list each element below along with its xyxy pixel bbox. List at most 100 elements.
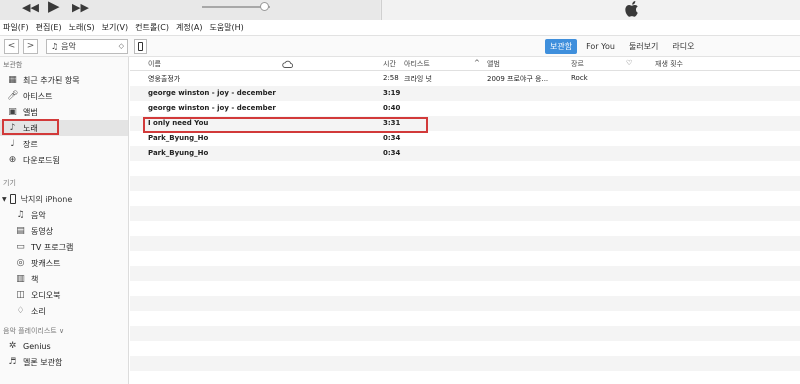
- sidebar-item-label: 앨범: [23, 107, 38, 117]
- sidebar-item-label: 팟캐스트: [31, 258, 61, 268]
- sidebar-item-label: 장르: [23, 139, 38, 149]
- library-section-header: 보관함: [3, 61, 23, 69]
- bell-icon: ♢: [16, 305, 25, 316]
- menu-account[interactable]: 계정(A): [176, 22, 202, 33]
- devices-section-header: 기기: [3, 179, 16, 187]
- iphone-icon: [138, 42, 143, 51]
- column-header-genre[interactable]: 장르: [571, 59, 584, 69]
- table-row-empty: [130, 311, 800, 326]
- song-time: 0:34: [383, 149, 401, 157]
- song-name: george winston - joy - december: [148, 104, 276, 112]
- album-icon: ▣: [8, 106, 17, 117]
- sidebar-item-device-tv[interactable]: ▭ TV 프로그램: [0, 239, 128, 255]
- menu-song[interactable]: 노래(S): [69, 22, 95, 33]
- sidebar-item-artists[interactable]: 🎤︎ 아티스트: [0, 88, 128, 104]
- device-row[interactable]: ▼ 낙지의 iPhone: [0, 191, 128, 207]
- microphone-icon: 🎤︎: [7, 90, 19, 101]
- sidebar-item-downloaded[interactable]: ⊕ 다운로드됨: [0, 152, 128, 168]
- song-artist: 크라잉 넛: [404, 75, 432, 83]
- table-row-empty: [130, 296, 800, 311]
- sidebar-item-device-tones[interactable]: ♢ 소리: [0, 303, 128, 319]
- sidebar-item-label: TV 프로그램: [31, 242, 74, 252]
- sidebar-item-device-podcasts[interactable]: ◎ 팟캐스트: [0, 255, 128, 271]
- column-header-artist[interactable]: 아티스트: [404, 59, 430, 69]
- sidebar-item-label: 다운로드됨: [23, 155, 60, 165]
- table-row[interactable]: george winston - joy - december 3:19: [130, 86, 800, 101]
- genre-icon: ♩: [10, 138, 15, 149]
- device-name: 낙지의 iPhone: [20, 194, 73, 204]
- menu-file[interactable]: 파일(F): [3, 22, 29, 33]
- sidebar-item-genius[interactable]: ✲ Genius: [0, 338, 128, 354]
- tab-bar: 보관함 For You 둘러보기 라디오: [545, 39, 703, 54]
- menu-controls[interactable]: 컨트롤(C): [135, 22, 169, 33]
- table-row-empty: [130, 206, 800, 221]
- tab-browse[interactable]: 둘러보기: [624, 39, 663, 54]
- tab-for-you[interactable]: For You: [581, 39, 620, 54]
- table-row-empty: [130, 236, 800, 251]
- sidebar-item-device-music[interactable]: ♫ 음악: [0, 207, 128, 223]
- column-header-album[interactable]: 앨범: [487, 59, 500, 69]
- play-icon[interactable]: ▶: [48, 0, 60, 14]
- download-icon: ⊕: [8, 154, 17, 165]
- table-row-empty: [130, 161, 800, 176]
- heart-icon[interactable]: ♡: [626, 59, 632, 67]
- film-icon: ▤: [16, 225, 25, 236]
- column-header-plays[interactable]: 재생 횟수: [655, 59, 683, 69]
- tab-radio[interactable]: 라디오: [667, 39, 699, 54]
- sidebar-item-genres[interactable]: ♩ 장르: [0, 136, 128, 152]
- menu-help[interactable]: 도움말(H): [209, 22, 243, 33]
- sidebar-item-label: Genius: [23, 341, 51, 351]
- table-row-empty: [130, 251, 800, 266]
- apple-logo-icon: [625, 1, 638, 17]
- sidebar-item-device-books[interactable]: ▥ 책: [0, 271, 128, 287]
- sidebar-item-melon-library[interactable]: ♬ 멜론 보관함: [0, 354, 128, 370]
- menu-edit[interactable]: 편집(E): [36, 22, 62, 33]
- song-time: 0:40: [383, 104, 401, 112]
- sidebar-item-label: 동영상: [31, 226, 54, 236]
- highlight-box-row: [143, 117, 428, 133]
- sidebar-item-label: 소리: [31, 306, 46, 316]
- song-genre: Rock: [571, 74, 588, 82]
- playlists-section-header[interactable]: 음악 플레이리스트 ∨: [3, 326, 64, 336]
- media-type-label: 음악: [61, 42, 76, 51]
- column-header-name[interactable]: 이름: [148, 59, 161, 69]
- song-time: 3:19: [383, 89, 401, 97]
- table-row[interactable]: Park_Byung_Ho 0:34: [130, 146, 800, 161]
- table-row-empty: [130, 191, 800, 206]
- sidebar-item-albums[interactable]: ▣ 앨범: [0, 104, 128, 120]
- table-row[interactable]: george winston - joy - december 0:40: [130, 101, 800, 116]
- sidebar: 보관함 ▦ 최근 추가된 항목 🎤︎ 아티스트 ▣ 앨범 ♪ 노래 ♩ 장르 ⊕…: [0, 57, 129, 384]
- song-name: 영웅출정가: [148, 75, 181, 83]
- sidebar-item-label: 멜론 보관함: [23, 357, 63, 367]
- song-album: 2009 프로야구 응...: [487, 75, 549, 83]
- menu-view[interactable]: 보기(V): [102, 22, 128, 33]
- recent-grid-icon: ▦: [8, 74, 17, 85]
- media-type-selector[interactable]: ♫ 음악 ◇: [46, 39, 128, 54]
- sidebar-item-label: 아티스트: [23, 91, 53, 101]
- song-name: george winston - joy - december: [148, 89, 276, 97]
- status-display: [381, 0, 800, 20]
- sidebar-item-device-audiobooks[interactable]: ◫ 오디오북: [0, 287, 128, 303]
- cloud-icon[interactable]: [282, 60, 293, 68]
- sidebar-item-recent[interactable]: ▦ 최근 추가된 항목: [0, 72, 128, 88]
- fast-forward-icon[interactable]: ▶▶: [72, 2, 89, 14]
- column-header-time[interactable]: 시간: [383, 59, 396, 69]
- table-row[interactable]: 영웅출정가 2:58 크라잉 넛 2009 프로야구 응... Rock: [130, 71, 800, 86]
- sidebar-item-device-movies[interactable]: ▤ 동영상: [0, 223, 128, 239]
- table-row-empty: [130, 371, 800, 384]
- chevron-updown-icon: ◇: [118, 42, 124, 50]
- song-name: Park_Byung_Ho: [148, 149, 209, 157]
- forward-button[interactable]: >: [23, 39, 38, 54]
- back-button[interactable]: <: [4, 39, 19, 54]
- song-list: 이름 시간 아티스트 ^ 앨범 장르 ♡ 재생 횟수 영웅출정가 2:58 크라…: [130, 57, 800, 384]
- table-row-empty: [130, 356, 800, 371]
- table-row[interactable]: Park_Byung_Ho 0:34: [130, 131, 800, 146]
- playlist-icon: ♬: [8, 356, 17, 367]
- sidebar-item-label: 책: [31, 274, 39, 284]
- rewind-icon[interactable]: ◀◀: [22, 2, 39, 14]
- disclosure-triangle-icon[interactable]: ▼: [2, 196, 7, 203]
- device-button[interactable]: [134, 39, 147, 54]
- tab-library[interactable]: 보관함: [545, 39, 578, 54]
- table-row-empty: [130, 341, 800, 356]
- volume-knob[interactable]: [260, 2, 269, 11]
